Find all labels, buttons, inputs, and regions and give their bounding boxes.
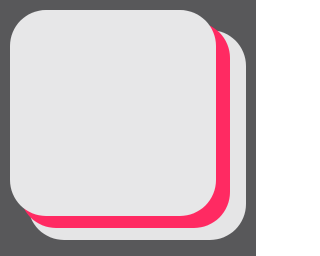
app-icon-canvas bbox=[0, 0, 256, 256]
front-card-layer bbox=[10, 10, 216, 216]
